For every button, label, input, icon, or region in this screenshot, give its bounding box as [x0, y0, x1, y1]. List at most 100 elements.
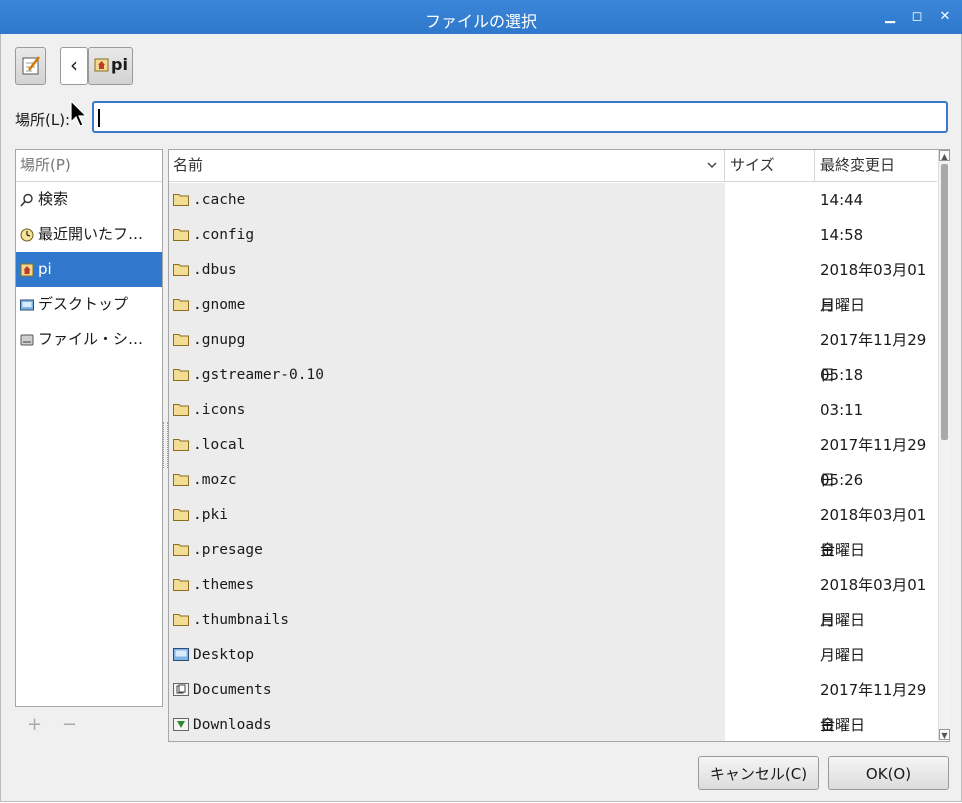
- file-row[interactable]: .mozc 05:26: [169, 463, 937, 498]
- place-item-label: ファイル・シ…: [38, 330, 144, 348]
- home-icon: [94, 58, 109, 72]
- folder-icon: [173, 264, 189, 276]
- file-name: .dbus: [193, 262, 237, 278]
- drive-icon: [20, 334, 34, 345]
- vertical-scrollbar[interactable]: ▲ ▼: [938, 150, 950, 740]
- file-chooser-dialog: ‹ pi 場所(L): 場所(P) 検索 最近開いたフ… pi デスクトップ フ…: [0, 34, 962, 802]
- file-modified: 05:18: [820, 366, 864, 384]
- folder-icon: [173, 369, 189, 381]
- add-bookmark-button[interactable]: +: [27, 714, 42, 735]
- place-item-label: pi: [38, 260, 52, 278]
- close-button[interactable]: ✕: [935, 7, 955, 27]
- downloads-folder-icon: [173, 718, 189, 731]
- window-title: ファイルの選択: [424, 12, 537, 31]
- scroll-up-icon[interactable]: ▲: [939, 150, 950, 161]
- place-item-desktop[interactable]: デスクトップ: [16, 287, 162, 322]
- file-modified: 月曜日: [820, 646, 866, 664]
- column-separator: [724, 150, 725, 181]
- maximize-button[interactable]: ◻: [907, 7, 927, 27]
- folder-icon: [173, 194, 189, 206]
- file-modified: 03:11: [820, 401, 864, 419]
- folder-icon: [173, 614, 189, 626]
- place-item-home[interactable]: pi: [16, 252, 162, 287]
- file-modified: 14:58: [820, 226, 864, 244]
- column-size-header[interactable]: サイズ: [730, 150, 775, 181]
- documents-folder-icon: [173, 683, 189, 696]
- mouse-pointer-icon: [70, 100, 88, 127]
- file-name: .presage: [193, 542, 263, 558]
- folder-icon: [173, 334, 189, 346]
- places-header: 場所(P): [16, 150, 162, 182]
- file-name: .pki: [193, 507, 228, 523]
- file-list: 名前 サイズ 最終変更日 .cache 14:44 .config 14:58 .dbu…: [168, 149, 950, 742]
- location-input[interactable]: [92, 101, 948, 133]
- folder-icon: [173, 474, 189, 486]
- file-row[interactable]: Documents 2017年11月29日: [169, 673, 937, 734]
- folder-icon: [173, 439, 189, 451]
- places-sidebar: 場所(P) 検索 最近開いたフ… pi デスクトップ ファイル・シ…: [15, 149, 163, 707]
- location-label: 場所(L):: [15, 111, 71, 129]
- file-modified: 05:26: [820, 471, 864, 489]
- place-item-filesystem[interactable]: ファイル・シ…: [16, 322, 162, 357]
- file-modified: 金曜日: [820, 716, 866, 734]
- file-row[interactable]: .thumbnails 月曜日: [169, 603, 937, 638]
- file-name: .config: [193, 227, 255, 243]
- file-row[interactable]: .cache 14:44: [169, 183, 937, 218]
- file-row[interactable]: .presage 金曜日: [169, 533, 937, 568]
- column-name-header[interactable]: 名前: [173, 150, 203, 181]
- remove-bookmark-button[interactable]: −: [62, 714, 77, 735]
- file-modified: 14:44: [820, 191, 864, 209]
- folder-icon: [173, 544, 189, 556]
- file-row[interactable]: Downloads 金曜日: [169, 708, 937, 741]
- file-row[interactable]: .gstreamer-0.10 05:18: [169, 358, 937, 393]
- file-name: .themes: [193, 577, 255, 593]
- text-caret: [98, 109, 100, 127]
- path-button-pi[interactable]: pi: [88, 47, 133, 85]
- chevron-down-icon: [707, 162, 717, 169]
- place-item-label: 最近開いたフ…: [38, 225, 144, 243]
- minimize-button[interactable]: ▁: [880, 7, 900, 27]
- column-separator: [814, 150, 815, 181]
- place-item-label: 検索: [38, 190, 69, 208]
- file-name: .thumbnails: [193, 612, 290, 628]
- file-row[interactable]: .gnupg 2017年11月29日: [169, 323, 937, 384]
- file-row[interactable]: Desktop 月曜日: [169, 638, 937, 673]
- file-modified: 月曜日: [820, 611, 866, 629]
- file-name: Documents: [193, 682, 272, 698]
- pencil-icon: [22, 56, 40, 75]
- cancel-button[interactable]: キャンセル(C): [698, 756, 819, 790]
- file-modified: 月曜日: [820, 296, 866, 314]
- file-row[interactable]: .pki 2018年03月01日: [169, 498, 937, 559]
- place-item-recent[interactable]: 最近開いたフ…: [16, 217, 162, 252]
- desktop-icon: [20, 299, 34, 310]
- file-name: Desktop: [193, 647, 255, 663]
- title-bar: ファイルの選択 ▁ ◻ ✕: [0, 0, 962, 34]
- file-rows: .cache 14:44 .config 14:58 .dbus 2018年03月01日.…: [169, 183, 937, 741]
- file-name: .icons: [193, 402, 246, 418]
- folder-icon: [173, 404, 189, 416]
- place-item-search[interactable]: 検索: [16, 182, 162, 217]
- folder-icon: [173, 229, 189, 241]
- column-modified-header[interactable]: 最終変更日: [820, 150, 895, 181]
- type-filename-button[interactable]: [15, 47, 46, 85]
- file-row[interactable]: .config 14:58: [169, 218, 937, 253]
- file-row[interactable]: .themes 2018年03月01日: [169, 568, 937, 629]
- scroll-down-icon[interactable]: ▼: [939, 729, 950, 740]
- scrollbar-thumb[interactable]: [941, 164, 948, 440]
- search-icon: [20, 193, 33, 207]
- place-item-label: デスクトップ: [38, 295, 129, 313]
- file-name: .mozc: [193, 472, 237, 488]
- file-row[interactable]: .local 2017年11月29日: [169, 428, 937, 489]
- file-name: .gnome: [193, 297, 246, 313]
- desktop-folder-icon: [173, 648, 189, 661]
- ok-button[interactable]: OK(O): [828, 756, 949, 790]
- file-name: .gnupg: [193, 332, 246, 348]
- back-button[interactable]: ‹: [60, 47, 88, 85]
- folder-icon: [173, 579, 189, 591]
- path-button-label: pi: [111, 55, 128, 74]
- folder-icon: [173, 299, 189, 311]
- file-row[interactable]: .icons 03:11: [169, 393, 937, 428]
- home-icon: [20, 263, 34, 276]
- file-row[interactable]: .dbus 2018年03月01日: [169, 253, 937, 314]
- file-row[interactable]: .gnome 月曜日: [169, 288, 937, 323]
